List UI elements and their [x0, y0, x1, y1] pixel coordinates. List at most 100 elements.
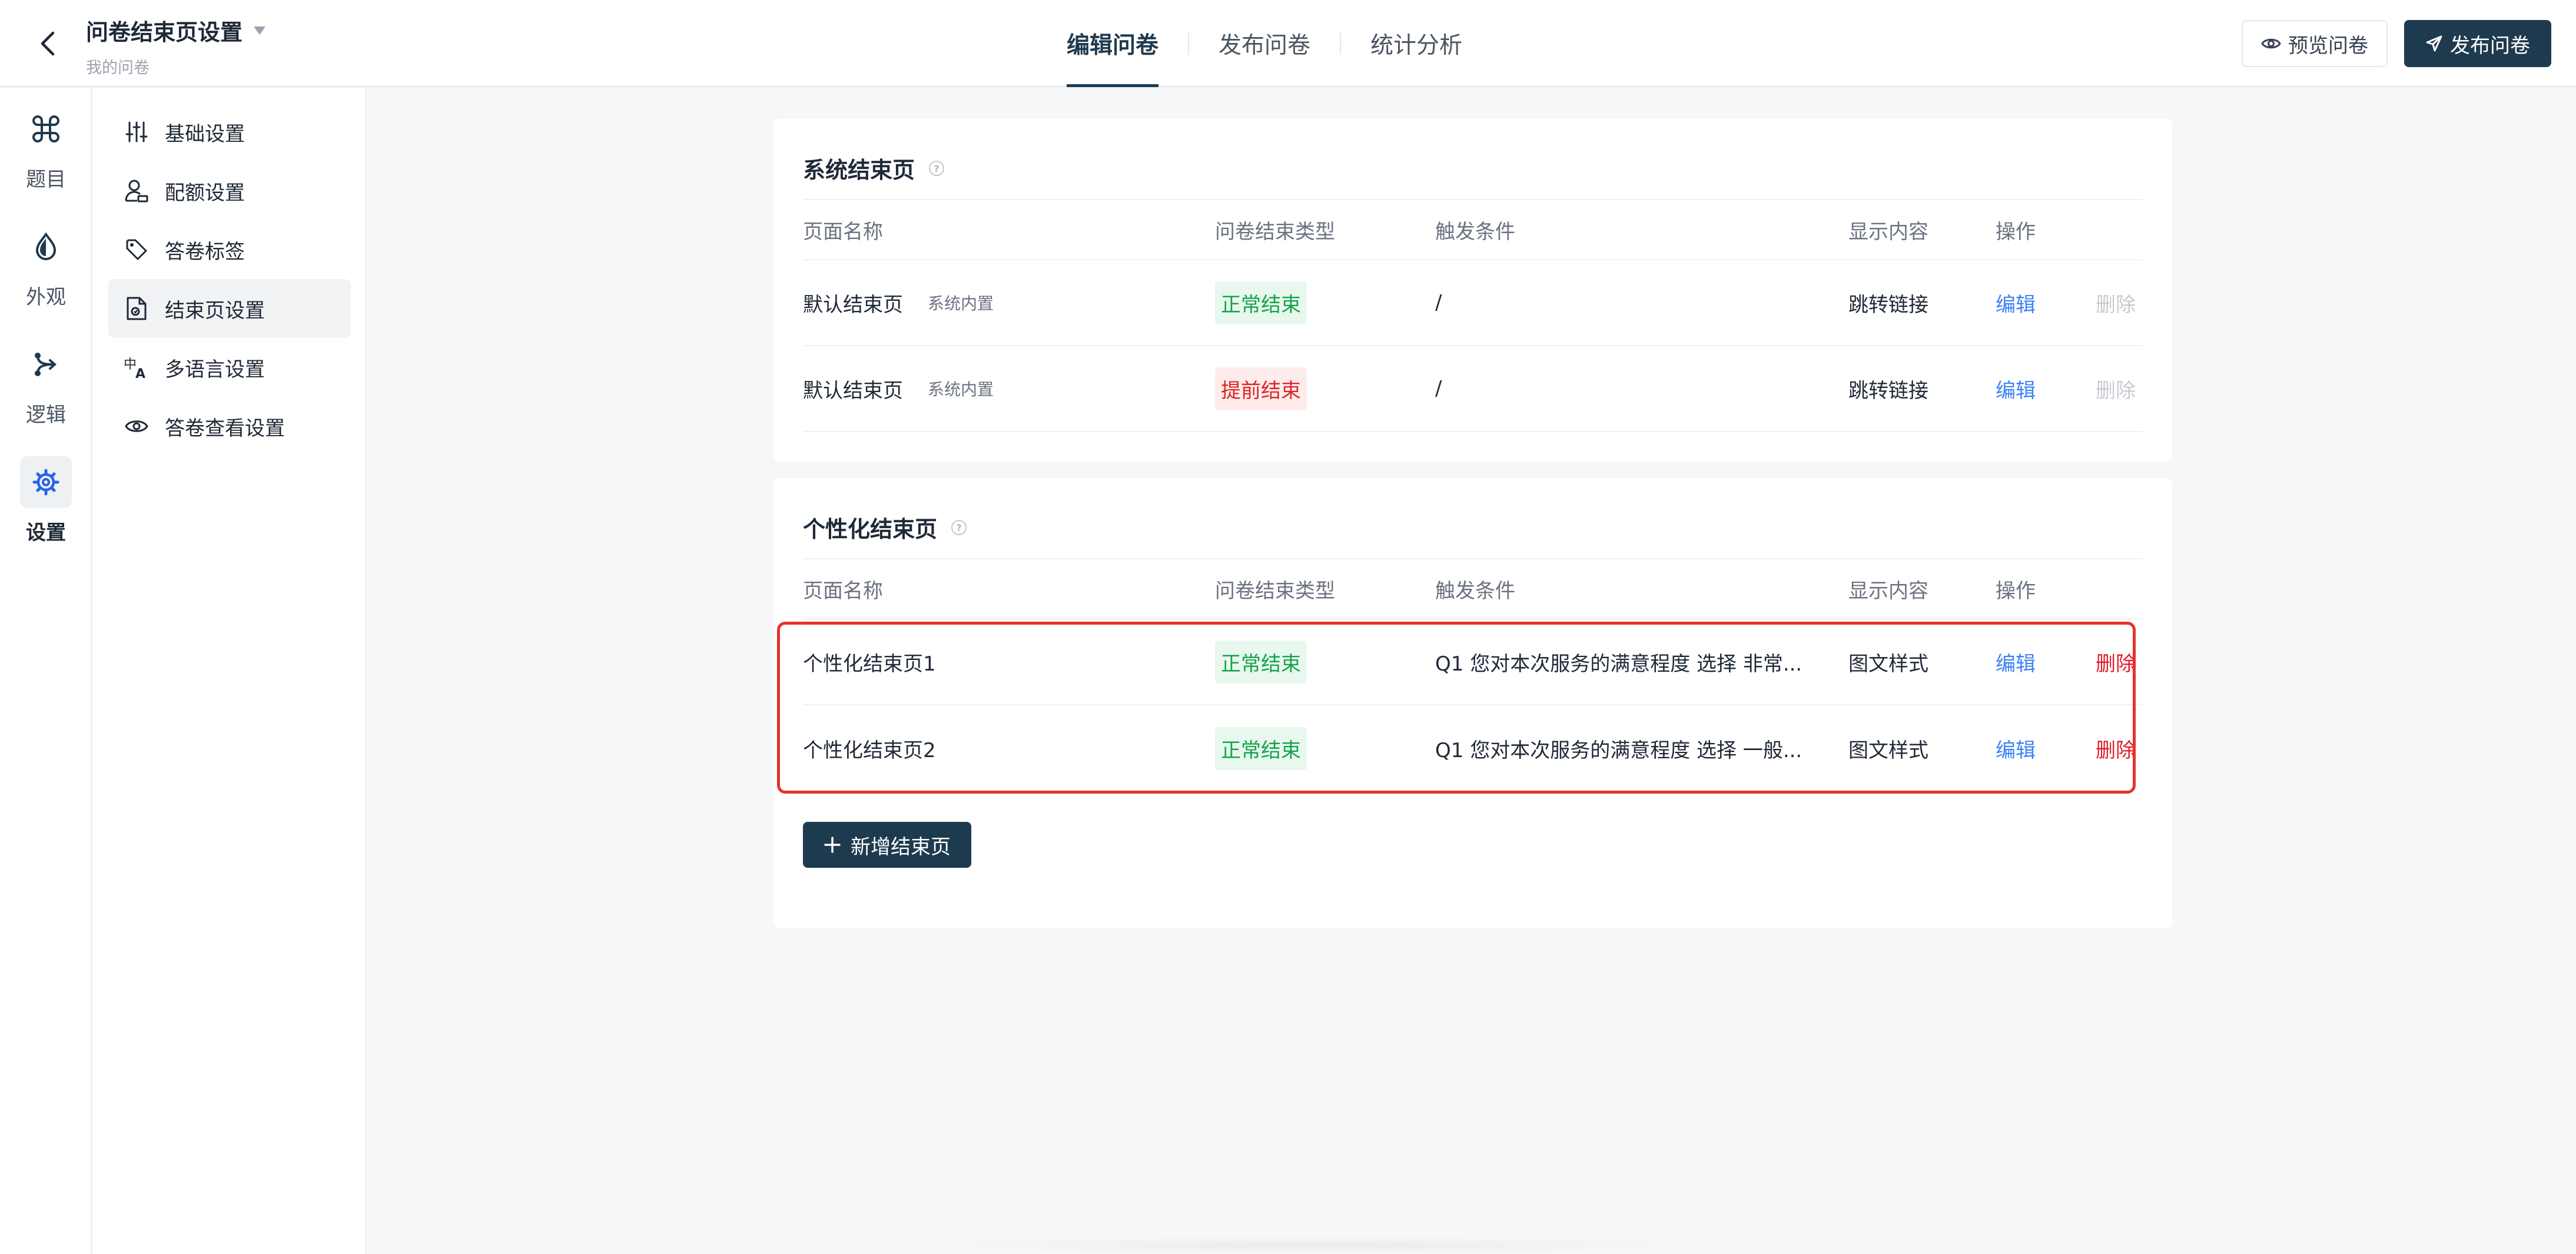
- column-header: 操作: [1996, 220, 2036, 244]
- edit-link[interactable]: 编辑: [1996, 734, 2036, 763]
- column-header: 触发条件: [1435, 220, 1515, 244]
- tab-divider: [1188, 32, 1190, 55]
- svg-text:中: 中: [124, 357, 137, 372]
- rail-label: 题目: [26, 167, 66, 191]
- eye-icon: [2261, 38, 2281, 49]
- delete-link[interactable]: 删除: [2096, 648, 2136, 676]
- svg-text:A: A: [135, 367, 145, 379]
- table-header: 页面名称 问卷结束类型 触发条件 显示内容 操作: [803, 558, 2143, 619]
- builtin-tag: 系统内置: [928, 380, 994, 399]
- breadcrumb[interactable]: 我的问卷: [86, 55, 266, 78]
- droplet-icon: [35, 232, 57, 260]
- status-badge: 正常结束: [1215, 726, 1307, 770]
- menu-item-quota[interactable]: 配额设置: [108, 161, 351, 220]
- page-name: 个性化结束页1: [803, 652, 936, 676]
- table-row[interactable]: 个性化结束页1 正常结束 Q1 您对本次服务的满意程度 选择 非常... 图文样…: [803, 619, 2143, 705]
- delete-link-disabled: 删除: [2096, 379, 2136, 403]
- chevron-left-icon: [41, 31, 55, 56]
- eye-icon: [124, 413, 150, 439]
- edit-link[interactable]: 编辑: [1996, 374, 2036, 403]
- rail-icon-wrap: [20, 221, 72, 273]
- tab-analysis[interactable]: 统计分析: [1370, 0, 1462, 87]
- end-type-cell: 提前结束: [1215, 346, 1307, 431]
- menu-label: 基础设置: [165, 122, 245, 146]
- table-row[interactable]: 个性化结束页2 正常结束 Q1 您对本次服务的满意程度 选择 一般... 图文样…: [803, 705, 2143, 791]
- edit-link[interactable]: 编辑: [1996, 648, 2036, 676]
- command-icon: [32, 115, 59, 142]
- menu-item-view[interactable]: 答卷查看设置: [108, 397, 351, 456]
- menu-label: 配额设置: [165, 181, 245, 205]
- publish-button[interactable]: 发布问卷: [2404, 20, 2551, 67]
- main-tabs: 编辑问卷 发布问卷 统计分析: [1067, 0, 1462, 87]
- tab-edit[interactable]: 编辑问卷: [1067, 0, 1159, 87]
- status-badge: 正常结束: [1215, 640, 1307, 684]
- system-section-title: 系统结束页: [803, 157, 915, 183]
- language-icon: 中A: [124, 354, 150, 380]
- column-header: 显示内容: [1848, 220, 1928, 244]
- trigger-cell: /: [1435, 291, 1442, 314]
- content-cell: 跳转链接: [1848, 379, 1928, 403]
- custom-section-title: 个性化结束页: [803, 516, 938, 542]
- column-header: 页面名称: [803, 220, 883, 244]
- rail-item-questions[interactable]: 题目: [0, 100, 92, 194]
- custom-end-pages-card: 个性化结束页 ? 页面名称 问卷结束类型 触发条件 显示内容 操作 个性化结束页…: [774, 478, 2172, 928]
- rail-icon-wrap: [20, 103, 72, 155]
- menu-label: 多语言设置: [165, 357, 265, 381]
- builtin-tag: 系统内置: [928, 294, 994, 313]
- svg-text:?: ?: [956, 522, 961, 533]
- plus-icon: [824, 837, 841, 853]
- content-cell: 图文样式: [1848, 652, 1928, 676]
- sliders-icon: [124, 119, 150, 145]
- left-rail: 题目 外观 逻辑 设置: [0, 88, 92, 1254]
- page-title-row[interactable]: 问卷结束页设置: [86, 14, 266, 47]
- tab-divider: [1340, 32, 1342, 55]
- menu-item-basic[interactable]: 基础设置: [108, 102, 351, 161]
- end-type-cell: 正常结束: [1215, 260, 1307, 345]
- user-quota-icon: [124, 178, 150, 204]
- page-name-cell: 默认结束页 系统内置: [803, 260, 994, 345]
- decorative-shadow: [918, 1236, 1707, 1254]
- rail-icon-wrap: [20, 339, 72, 390]
- delete-link[interactable]: 删除: [2096, 734, 2136, 763]
- page-title: 问卷结束页设置: [86, 19, 243, 45]
- menu-label: 结束页设置: [165, 298, 265, 323]
- back-button[interactable]: [33, 26, 61, 61]
- tag-icon: [124, 237, 150, 263]
- column-header: 触发条件: [1435, 579, 1515, 603]
- table-row: 默认结束页 系统内置 正常结束 / 跳转链接 编辑 删除: [803, 260, 2143, 346]
- table-row: 默认结束页 系统内置 提前结束 / 跳转链接 编辑 删除: [803, 346, 2143, 432]
- column-header: 操作: [1996, 579, 2036, 603]
- rail-item-settings[interactable]: 设置: [0, 453, 92, 548]
- section-title: 系统结束页 ?: [803, 152, 945, 184]
- gear-icon: [32, 469, 59, 495]
- menu-item-end-page[interactable]: 结束页设置: [108, 279, 351, 338]
- edit-link[interactable]: 编辑: [1996, 288, 2036, 317]
- add-end-page-button[interactable]: 新增结束页: [803, 822, 971, 868]
- page-name: 个性化结束页2: [803, 738, 936, 762]
- rail-item-appearance[interactable]: 外观: [0, 218, 92, 312]
- column-header: 问卷结束类型: [1215, 220, 1335, 244]
- help-icon[interactable]: ?: [928, 160, 945, 177]
- add-label: 新增结束页: [851, 835, 951, 859]
- menu-item-language[interactable]: 中A 多语言设置: [108, 338, 351, 397]
- column-header: 显示内容: [1848, 579, 1928, 603]
- preview-button[interactable]: 预览问卷: [2242, 20, 2388, 67]
- publish-label: 发布问卷: [2450, 34, 2530, 58]
- branch-icon: [35, 352, 57, 376]
- system-end-pages-card: 系统结束页 ? 页面名称 问卷结束类型 触发条件 显示内容 操作 默认结束页 系…: [774, 119, 2172, 462]
- rail-item-logic[interactable]: 逻辑: [0, 336, 92, 430]
- delete-link-disabled: 删除: [2096, 293, 2136, 317]
- rail-label: 设置: [26, 520, 66, 545]
- file-end-icon: [124, 296, 150, 321]
- caret-down-icon[interactable]: [253, 26, 266, 35]
- help-icon[interactable]: ?: [950, 519, 968, 536]
- tab-publish[interactable]: 发布问卷: [1219, 0, 1310, 87]
- trigger-cell: Q1 您对本次服务的满意程度 选择 非常...: [1435, 652, 1802, 676]
- send-icon: [2426, 35, 2442, 52]
- column-header: 问卷结束类型: [1215, 579, 1335, 603]
- status-badge: 提前结束: [1215, 367, 1307, 410]
- status-badge: 正常结束: [1215, 281, 1307, 324]
- end-type-cell: 正常结束: [1215, 705, 1307, 791]
- menu-item-tags[interactable]: 答卷标签: [108, 220, 351, 279]
- page-name: 默认结束页: [803, 379, 903, 403]
